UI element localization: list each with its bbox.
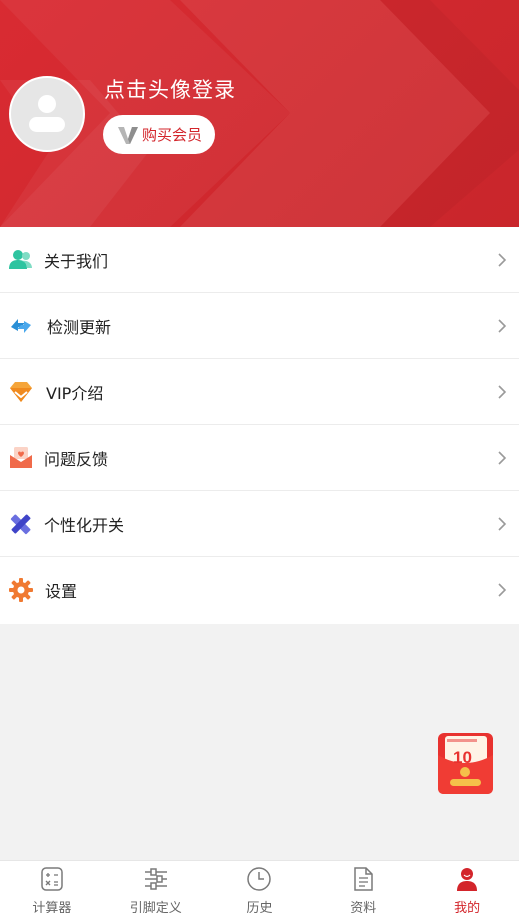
bottom-tab-bar: 计算器 引脚定义 历史 资料 我的 (0, 860, 519, 913)
tab-label: 引脚定义 (129, 901, 182, 913)
chevron-right-icon (498, 385, 507, 399)
feedback-mail-icon (10, 447, 32, 468)
document-icon (354, 867, 374, 891)
buy-membership-label: 购买会员 (142, 126, 203, 144)
tab-history[interactable]: 历史 (208, 861, 312, 913)
calculator-icon (41, 867, 63, 891)
menu-item-about[interactable]: 关于我们 (0, 227, 519, 293)
refresh-icon (11, 319, 31, 333)
tab-label: 资料 (350, 901, 377, 913)
gear-icon (9, 578, 33, 602)
tab-resources[interactable]: 资料 (311, 861, 415, 913)
clock-icon (247, 867, 272, 891)
sliders-icon (144, 868, 167, 890)
avatar[interactable] (9, 76, 85, 152)
menu-item-label: 检测更新 (47, 318, 112, 337)
menu-item-feedback[interactable]: 问题反馈 (0, 425, 519, 491)
menu-item-label: 问题反馈 (44, 450, 109, 469)
menu-item-label: VIP介绍 (46, 384, 104, 403)
menu-item-vip-intro[interactable]: VIP介绍 (0, 359, 519, 425)
menu-item-label: 关于我们 (44, 252, 109, 271)
tab-pin-definition[interactable]: 引脚定义 (104, 861, 208, 913)
envelope-amount: 10 (453, 748, 472, 767)
pencil-ruler-icon (10, 514, 31, 535)
chevron-right-icon (498, 319, 507, 333)
diamond-icon (10, 382, 32, 402)
menu-item-personalization[interactable]: 个性化开关 (0, 491, 519, 557)
chevron-right-icon (498, 517, 507, 531)
menu-item-label: 设置 (45, 582, 78, 601)
vip-v-icon (118, 126, 138, 144)
tab-label: 历史 (246, 901, 273, 913)
avatar-placeholder-icon (29, 95, 65, 132)
tab-calculator[interactable]: 计算器 (0, 861, 104, 913)
chevron-right-icon (498, 451, 507, 465)
users-icon (9, 250, 32, 269)
tab-label: 计算器 (32, 901, 72, 913)
menu-item-settings[interactable]: 设置 (0, 557, 519, 624)
red-envelope-icon: 10 (438, 733, 493, 794)
menu-item-check-update[interactable]: 检测更新 (0, 293, 519, 359)
login-prompt[interactable]: 点击头像登录 (104, 74, 236, 104)
tab-mine[interactable]: 我的 (415, 861, 519, 913)
profile-header: 点击头像登录 购买会员 (0, 0, 519, 227)
red-envelope-float-button[interactable]: 10 (437, 731, 494, 795)
menu-item-label: 个性化开关 (44, 516, 125, 535)
settings-menu: 关于我们 检测更新 VIP介绍 问题反馈 个性化开关 设置 (0, 227, 519, 624)
tab-label: 我的 (454, 901, 481, 913)
buy-membership-button[interactable]: 购买会员 (103, 115, 215, 154)
person-icon (457, 868, 478, 891)
chevron-right-icon (498, 583, 507, 597)
chevron-right-icon (498, 253, 507, 267)
profile-screen: 点击头像登录 购买会员 关于我们 检测更新 VIP介绍 问题反馈 个性化开关 设… (0, 0, 519, 913)
